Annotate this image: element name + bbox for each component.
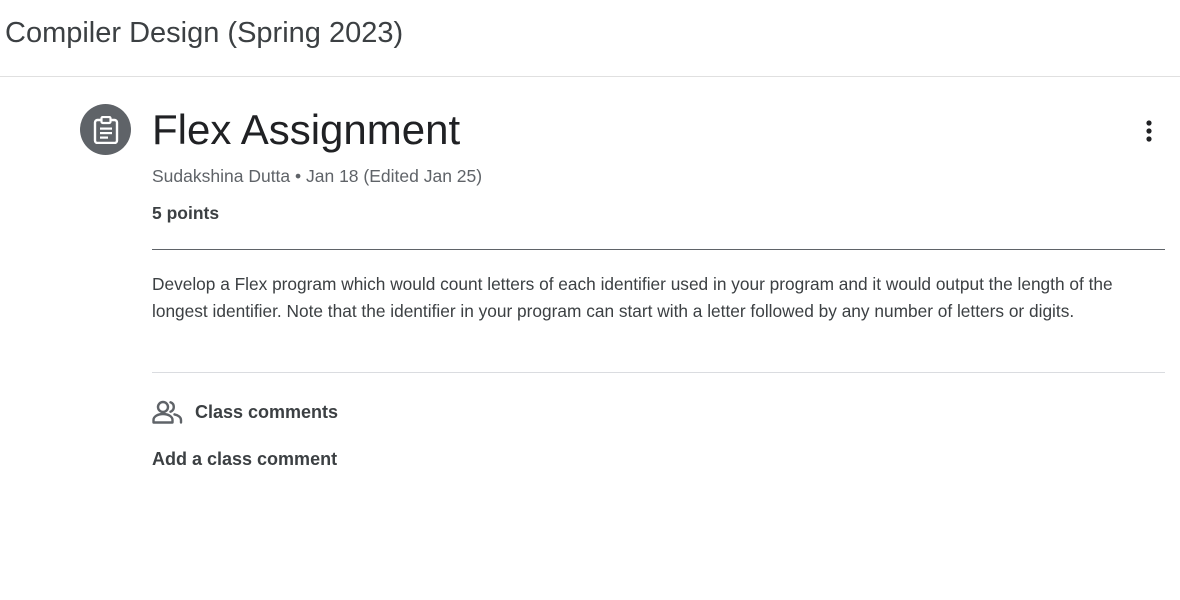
assignment-description: Develop a Flex program which would count… [152, 274, 1113, 321]
divider [152, 372, 1165, 373]
assignment-meta: Sudakshina Dutta • Jan 18 (Edited Jan 25… [152, 166, 483, 186]
top-bar: Compiler Design (Spring 2023) [0, 0, 1180, 77]
class-comments-label: Class comments [195, 402, 339, 422]
add-class-comment-button[interactable]: Add a class comment [152, 447, 337, 471]
class-comments-header: Class comments [152, 399, 338, 425]
assignment-points: 5 points [152, 203, 220, 223]
assignment-title: Flex Assignment [152, 106, 461, 153]
course-title[interactable]: Compiler Design (Spring 2023) [5, 14, 403, 52]
assignment-clipboard-icon [80, 104, 131, 155]
more-options-button[interactable] [1130, 112, 1168, 150]
more-vertical-icon [1146, 120, 1152, 142]
divider [152, 249, 1165, 250]
people-icon [152, 399, 183, 425]
